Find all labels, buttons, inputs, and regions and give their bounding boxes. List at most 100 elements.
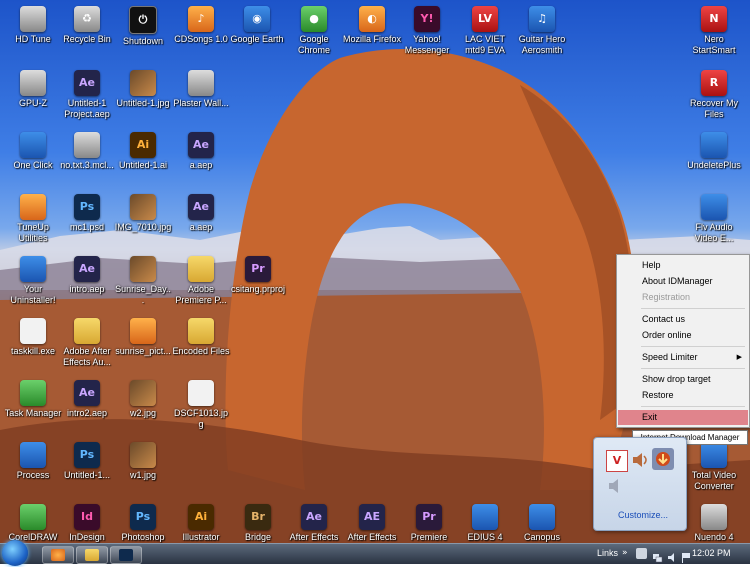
desktop-icon-label: Untitled-1.ai <box>118 160 168 170</box>
idm-tray-icon[interactable] <box>652 448 674 470</box>
desktop-icon[interactable]: Canopus <box>513 504 571 543</box>
desktop-icon[interactable]: Ps mc1.psd <box>58 194 116 233</box>
photoshop-icon <box>119 549 133 561</box>
desktop-icon[interactable]: Id InDesign <box>58 504 116 543</box>
desktop-icon[interactable]: IMG_7010.jpg <box>114 194 172 233</box>
desktop-icon[interactable]: LV LAC VIET mtd9 EVA <box>456 6 514 56</box>
desktop-icon[interactable]: w2.jpg <box>114 380 172 419</box>
desktop-icon[interactable]: Process <box>4 442 62 481</box>
clock[interactable]: 12:02 PM <box>692 548 731 558</box>
desktop-icon[interactable]: Adobe Premiere P... <box>172 256 230 306</box>
desktop-icon[interactable]: Sunrise_Day... <box>114 256 172 306</box>
menu-item-restore[interactable]: Restore <box>618 388 748 403</box>
recycle-bin-icon: ♻ <box>74 6 100 32</box>
desktop-icon[interactable]: Plaster Wall... <box>172 70 230 109</box>
customize-link[interactable]: Customize... <box>618 510 668 520</box>
menu-item-exit[interactable]: Exit <box>618 410 748 425</box>
desktop-icon[interactable]: HD Tune <box>4 6 62 45</box>
keyboard-icon[interactable] <box>636 548 647 559</box>
aep-file-icon: Ae <box>188 132 214 158</box>
speaker-mute-icon[interactable] <box>606 476 626 496</box>
desktop-icon[interactable]: Ae a.aep <box>172 194 230 233</box>
desktop-icon[interactable]: Total Video Converter <box>685 442 743 492</box>
google-chrome-icon: ● <box>301 6 327 32</box>
desktop-icon[interactable]: Br Bridge <box>229 504 287 543</box>
desktop-icon[interactable]: w1.jpg <box>114 442 172 481</box>
taskbar-photoshop[interactable] <box>110 546 142 564</box>
desktop-icon[interactable]: Ae Untitled-1 Project.aep <box>58 70 116 120</box>
jpg-file-icon <box>130 442 156 468</box>
taskbar-firefox[interactable] <box>42 546 74 564</box>
desktop-icon[interactable]: Ps Photoshop <box>114 504 172 543</box>
desktop-icon-label: Premiere <box>410 532 448 542</box>
desktop-icon[interactable]: Flv Audio Video E... <box>685 194 743 244</box>
desktop-icon[interactable]: taskkill.exe <box>4 318 62 357</box>
desktop-icon[interactable]: Your Uninstaller! <box>4 256 62 306</box>
desktop-icon[interactable]: Untitled-1.jpg <box>114 70 172 109</box>
desktop-icon-label: Guitar Hero Aerosmith <box>518 34 566 55</box>
desktop-icon[interactable]: Nuendo 4 <box>685 504 743 543</box>
desktop-icon[interactable]: CorelDRAW <box>4 504 62 543</box>
desktop-icon[interactable]: Ae intro.aep <box>58 256 116 295</box>
start-button[interactable] <box>2 540 28 566</box>
speaker-icon[interactable] <box>630 450 650 470</box>
menu-item-show-drop-target[interactable]: Show drop target <box>618 372 748 387</box>
desktop-icon[interactable]: Pr csitang.prproj <box>229 256 287 295</box>
desktop-icon[interactable]: ◉ Google Earth <box>228 6 286 45</box>
desktop-icon[interactable]: ⏻ Shutdown <box>114 6 172 47</box>
cdsongs-icon: ♪ <box>188 6 214 32</box>
desktop-icon[interactable]: ● Google Chrome <box>285 6 343 56</box>
desktop-icon[interactable]: ♪ CDSongs 1.0 <box>172 6 230 45</box>
desktop-icon[interactable]: Encoded Files <box>172 318 230 357</box>
menu-item-contact-us[interactable]: Contact us <box>618 312 748 327</box>
shutdown-icon: ⏻ <box>129 6 157 34</box>
desktop-icon-label: Nero StartSmart <box>692 34 736 55</box>
desktop-icon[interactable]: Pr Premiere <box>400 504 458 543</box>
menu-separator <box>641 368 745 369</box>
desktop-icon-label: Bridge <box>244 532 271 542</box>
desktop-icon[interactable]: Y! Yahoo! Messenger <box>398 6 456 56</box>
desktop-icon[interactable]: Ai Untitled-1.ai <box>114 132 172 171</box>
desktop-icon[interactable]: ♫ Guitar Hero Aerosmith <box>513 6 571 56</box>
desktop-icon[interactable]: Ae a.aep <box>172 132 230 171</box>
desktop-icon[interactable]: N Nero StartSmart <box>685 6 743 56</box>
desktop-icon[interactable]: AE After Effects <box>343 504 401 543</box>
menu-item-about[interactable]: About IDManager <box>618 274 748 289</box>
desktop-icon[interactable]: sunrise_pict... <box>114 318 172 357</box>
flv-icon <box>701 194 727 220</box>
desktop-icon[interactable]: Adobe After Effects Au... <box>58 318 116 368</box>
aep-file-icon: Ae <box>188 194 214 220</box>
links-toolbar[interactable]: Links <box>597 548 618 558</box>
google-earth-icon: ◉ <box>244 6 270 32</box>
desktop-icon[interactable]: UndeletePlus <box>685 132 743 171</box>
desktop-icon[interactable]: no.txt.3.mcl... <box>58 132 116 171</box>
desktop-icon[interactable]: Ae intro2.aep <box>58 380 116 419</box>
network-icon[interactable] <box>652 548 663 563</box>
desktop-icon[interactable]: ◐ Mozilla Firefox <box>343 6 401 45</box>
desktop-icon-label: intro.aep <box>69 284 105 294</box>
jpg-file-icon <box>188 380 214 406</box>
desktop-icon-label: Photoshop <box>121 532 165 542</box>
desktop-icon[interactable]: Task Manager <box>4 380 62 419</box>
desktop-icon[interactable]: EDIUS 4 <box>456 504 514 543</box>
chevron-left-icon[interactable]: » <box>622 548 633 559</box>
tray-v-icon[interactable]: V <box>606 450 628 472</box>
menu-item-speed-limiter[interactable]: Speed Limiter ▶ <box>618 350 748 365</box>
desktop-icon[interactable]: One Click <box>4 132 62 171</box>
flag-icon[interactable] <box>680 548 691 563</box>
desktop-icon[interactable]: TuneUp Utilities <box>4 194 62 244</box>
desktop-icon[interactable]: R Recover My Files <box>685 70 743 120</box>
menu-item-help[interactable]: Help <box>618 258 748 273</box>
volume-icon[interactable] <box>667 548 678 562</box>
desktop-icon[interactable]: DSCF1013.jpg <box>172 380 230 430</box>
desktop-icon[interactable]: Ae After Effects <box>285 504 343 543</box>
desktop-icon[interactable]: Ai Illustrator <box>172 504 230 543</box>
desktop-icon[interactable]: ♻ Recycle Bin <box>58 6 116 45</box>
desktop-icon[interactable]: Ps Untitled-1... <box>58 442 116 481</box>
taskbar-explorer[interactable] <box>76 546 108 564</box>
task-manager-icon <box>20 380 46 406</box>
desktop-icon[interactable]: GPU-Z <box>4 70 62 109</box>
photoshop-icon: Ps <box>130 504 156 530</box>
guitar-hero-icon: ♫ <box>529 6 555 32</box>
menu-item-order-online[interactable]: Order online <box>618 328 748 343</box>
